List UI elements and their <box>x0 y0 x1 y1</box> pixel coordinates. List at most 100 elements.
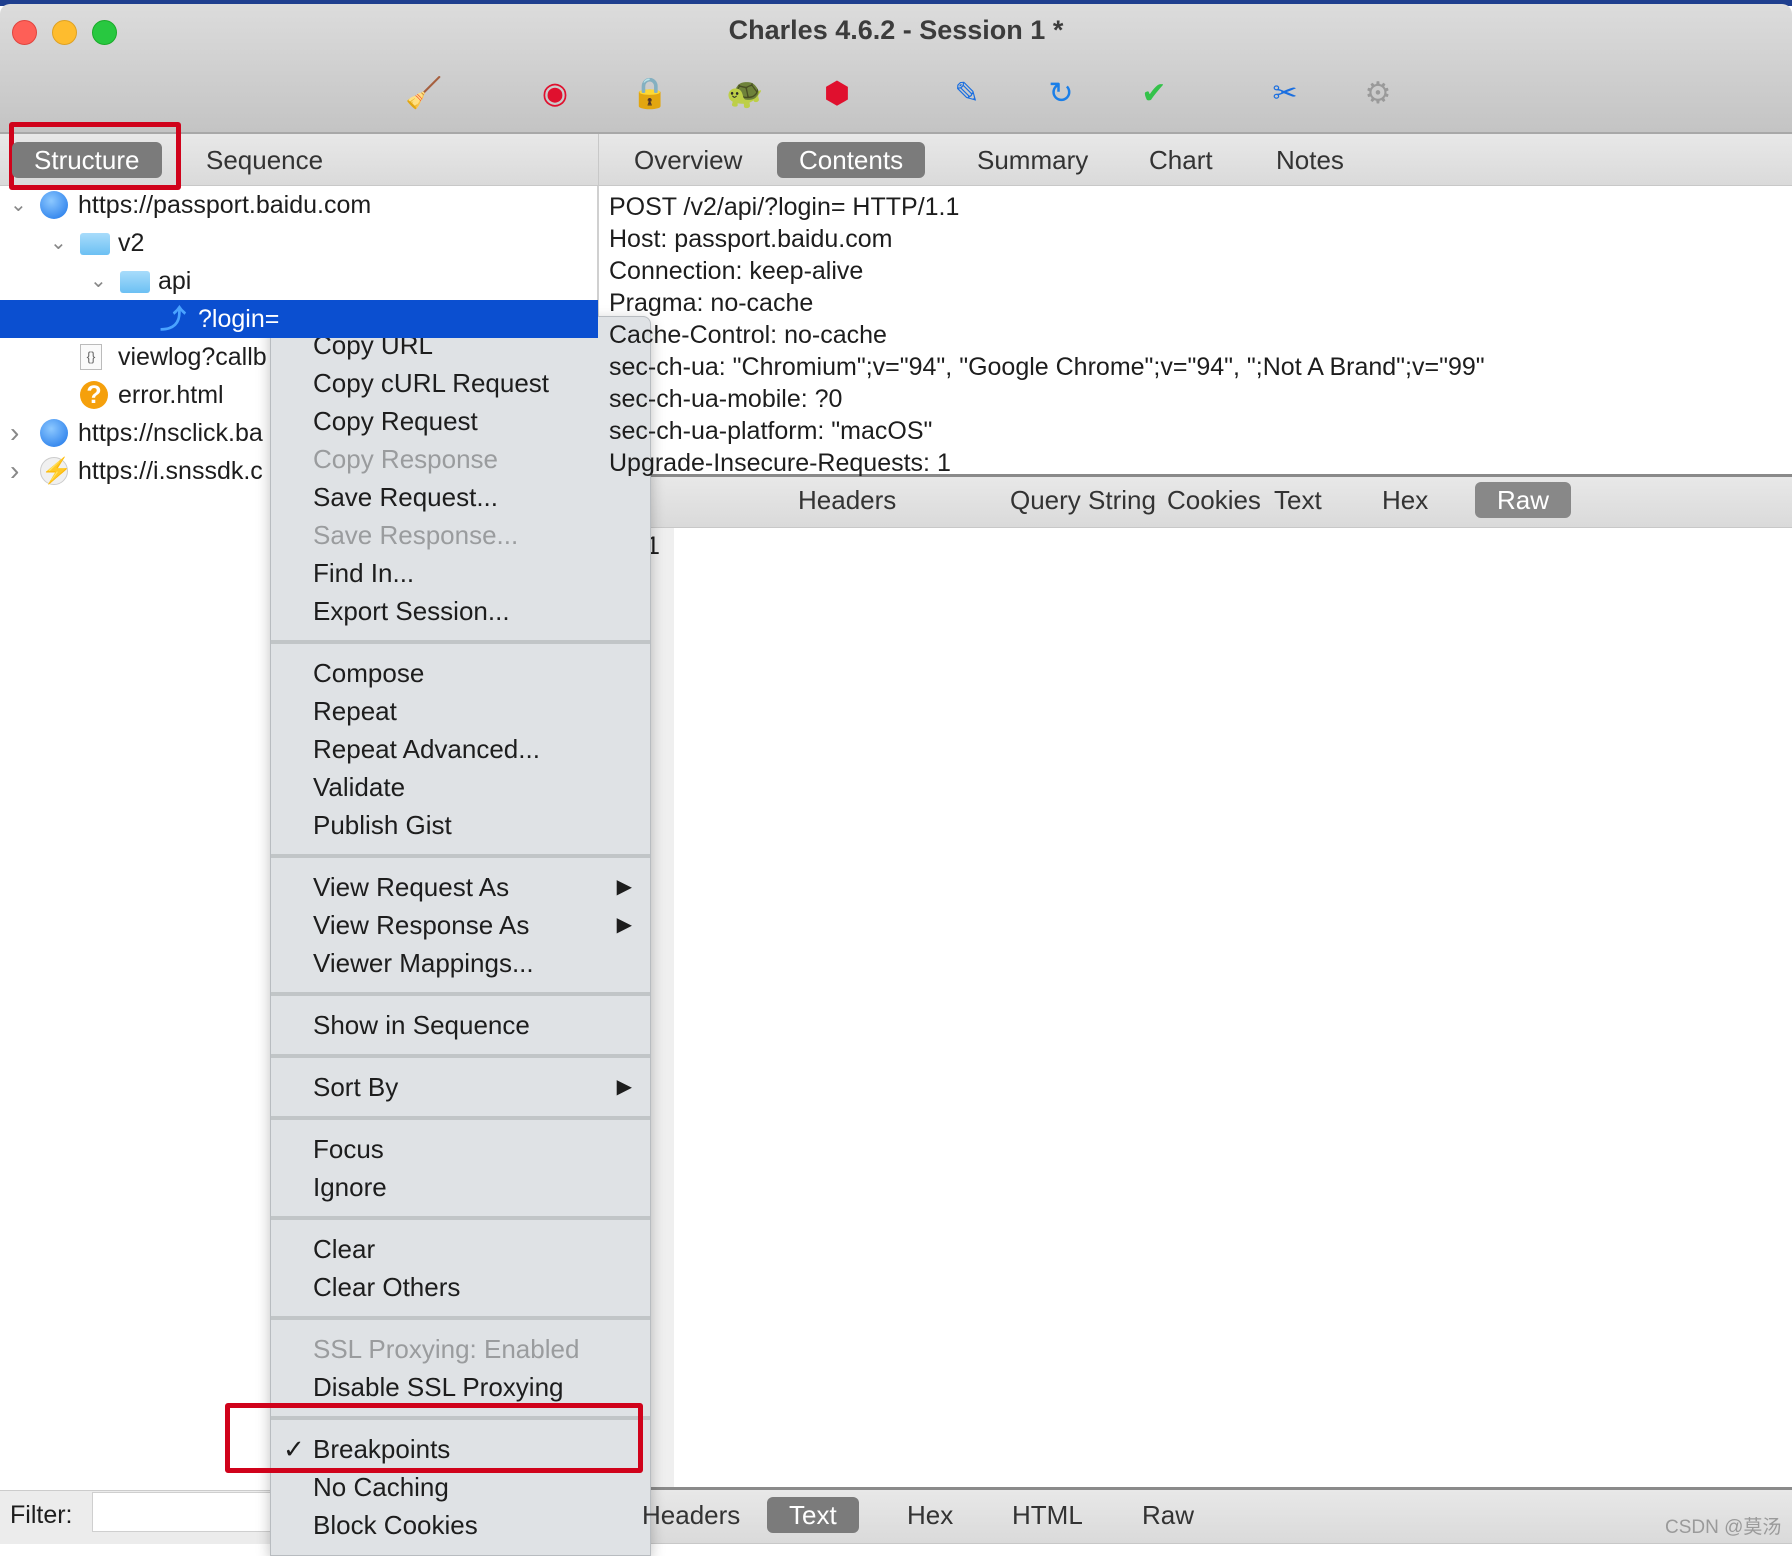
menu-item-label: Focus <box>313 1134 384 1164</box>
tab-chart[interactable]: Chart <box>1127 142 1235 178</box>
tab-summary[interactable]: Summary <box>955 142 1110 178</box>
tree-item[interactable]: › https://nsclick.ba <box>0 414 598 452</box>
menu-item-repeat[interactable]: Repeat <box>271 692 650 730</box>
menu-item-no-caching[interactable]: No Caching <box>271 1468 650 1506</box>
chevron-down-icon[interactable]: ⌄ <box>50 224 67 262</box>
menu-separator <box>271 1044 650 1068</box>
header-line: sec-ch-ua: "Chromium";v="94", "Google Ch… <box>609 353 1485 381</box>
watermark: CSDN @莫汤 <box>1665 1517 1782 1538</box>
tools-icon[interactable]: ✂ <box>1267 76 1303 112</box>
tab-sequence[interactable]: Sequence <box>184 142 345 178</box>
menu-item-repeat-advanced[interactable]: Repeat Advanced... <box>271 730 650 768</box>
folder-icon <box>80 233 110 255</box>
response-tab-hex[interactable]: Hex <box>885 1497 975 1533</box>
filter-label: Filter: <box>10 1501 73 1529</box>
response-tab-text[interactable]: Text <box>767 1497 859 1533</box>
record-icon[interactable]: ◉ <box>537 76 573 112</box>
settings-gear-icon[interactable]: ⚙ <box>1360 76 1396 112</box>
menu-item-focus[interactable]: Focus <box>271 1130 650 1168</box>
validate-check-icon[interactable]: ✔ <box>1136 76 1172 112</box>
menu-item-label: Disable SSL Proxying <box>313 1372 564 1402</box>
tab-structure[interactable]: Structure <box>12 142 162 178</box>
menu-item-clear-others[interactable]: Clear Others <box>271 1268 650 1306</box>
tree-item[interactable]: ? error.html <box>0 376 598 414</box>
highlight-breakpoints-item <box>225 1403 643 1473</box>
menu-item-publish-gist[interactable]: Publish Gist <box>271 806 650 844</box>
globe-icon <box>40 191 68 219</box>
folder-icon <box>120 271 150 293</box>
tree-item[interactable]: ⌄ https://passport.baidu.com <box>0 186 598 224</box>
throttle-turtle-icon[interactable]: 🐢 <box>726 76 763 112</box>
tree-item-label: v2 <box>118 229 145 257</box>
tree-item-label: https://i.snssdk.c <box>78 457 263 485</box>
menu-item-label: Sort By <box>313 1072 399 1102</box>
menu-item-view-response-as[interactable]: View Response As ▶ <box>271 906 650 944</box>
menu-item-label: Export Session... <box>313 596 510 626</box>
response-tab-raw[interactable]: Raw <box>1120 1497 1216 1533</box>
breakpoint-stop-icon[interactable]: ⬢ <box>819 76 855 112</box>
menu-item-label: Validate <box>313 772 406 802</box>
globe-icon <box>40 419 68 447</box>
header-line: sec-ch-ua-platform: "macOS" <box>609 417 933 445</box>
json-file-icon: {} <box>80 344 102 370</box>
chevron-down-icon[interactable]: ⌄ <box>10 186 27 224</box>
submenu-arrow-icon: ▶ <box>616 1076 632 1098</box>
broom-icon[interactable]: 🧹 <box>405 76 442 112</box>
menu-item-label: Repeat <box>313 696 397 726</box>
menu-item-ssl-proxying-enabled: SSL Proxying: Enabled <box>271 1330 650 1368</box>
tree-item[interactable]: › ⚡ https://i.snssdk.c <box>0 452 598 490</box>
tree-item-label: https://nsclick.ba <box>78 419 263 447</box>
menu-item-label: Viewer Mappings... <box>313 948 534 978</box>
menu-item-label: Find In... <box>313 558 415 588</box>
request-arrow-icon: ⤴ <box>160 304 187 334</box>
response-tab-html[interactable]: HTML <box>990 1497 1105 1533</box>
submenu-arrow-icon: ▶ <box>616 876 632 898</box>
tree-item[interactable]: {} viewlog?callb <box>0 338 598 376</box>
menu-item-label: View Response As <box>313 910 530 940</box>
menu-item-label: View Request As <box>313 872 510 902</box>
menu-item-disable-ssl-proxying[interactable]: Disable SSL Proxying <box>271 1368 650 1406</box>
compose-pen-icon[interactable]: ✎ <box>949 76 985 112</box>
request-tab-text[interactable]: Text <box>1252 482 1344 518</box>
menu-item-label: Repeat Advanced... <box>313 734 540 764</box>
menu-item-sort-by[interactable]: Sort By ▶ <box>271 1068 650 1106</box>
chevron-right-icon[interactable]: › <box>10 414 19 452</box>
menu-item-label: Clear Others <box>313 1272 461 1302</box>
menu-item-viewer-mappings[interactable]: Viewer Mappings... <box>271 944 650 982</box>
request-tab-raw[interactable]: Raw <box>1475 482 1572 518</box>
header-line: Connection: keep-alive <box>609 257 864 285</box>
tree-item[interactable]: ⌄ v2 <box>0 224 598 262</box>
menu-item-show-in-sequence[interactable]: Show in Sequence <box>271 1006 650 1044</box>
tree-item-label: ?login= <box>198 305 280 333</box>
menu-item-save-response: Save Response... <box>271 516 650 554</box>
tree-item-label: viewlog?callb <box>118 343 267 371</box>
tab-contents[interactable]: Contents <box>777 142 926 178</box>
menu-item-compose[interactable]: Compose <box>271 654 650 692</box>
menu-item-view-request-as[interactable]: View Request As ▶ <box>271 868 650 906</box>
tab-overview[interactable]: Overview <box>612 142 764 178</box>
menu-item-label: Save Response... <box>313 520 519 550</box>
menu-item-find-in[interactable]: Find In... <box>271 554 650 592</box>
menu-separator <box>271 630 650 654</box>
request-tab-headers[interactable]: Headers <box>776 482 918 518</box>
menu-separator <box>271 1106 650 1130</box>
menu-item-label: Ignore <box>313 1172 387 1202</box>
window-title: Charles 4.6.2 - Session 1 * <box>728 15 1064 45</box>
repeat-refresh-icon[interactable]: ↻ <box>1043 76 1079 112</box>
chevron-down-icon[interactable]: ⌄ <box>90 262 107 300</box>
request-tab-hex[interactable]: Hex <box>1360 482 1450 518</box>
tree-item[interactable]: ⤴ ?login= <box>0 300 598 338</box>
response-tab-headers[interactable]: Headers <box>620 1497 762 1533</box>
menu-item-block-cookies[interactable]: Block Cookies <box>271 1506 650 1544</box>
tab-notes[interactable]: Notes <box>1254 142 1366 178</box>
menu-item-export-session[interactable]: Export Session... <box>271 592 650 630</box>
tree-item[interactable]: ⌄ api <box>0 262 598 300</box>
ssl-lock-icon[interactable]: 🔒 <box>631 76 668 112</box>
menu-item-validate[interactable]: Validate <box>271 768 650 806</box>
submenu-arrow-icon: ▶ <box>616 914 632 936</box>
menu-item-clear[interactable]: Clear <box>271 1230 650 1268</box>
menu-item-ignore[interactable]: Ignore <box>271 1168 650 1206</box>
header-line: Pragma: no-cache <box>609 289 814 317</box>
chevron-right-icon[interactable]: › <box>10 452 19 490</box>
menu-separator <box>271 982 650 1006</box>
